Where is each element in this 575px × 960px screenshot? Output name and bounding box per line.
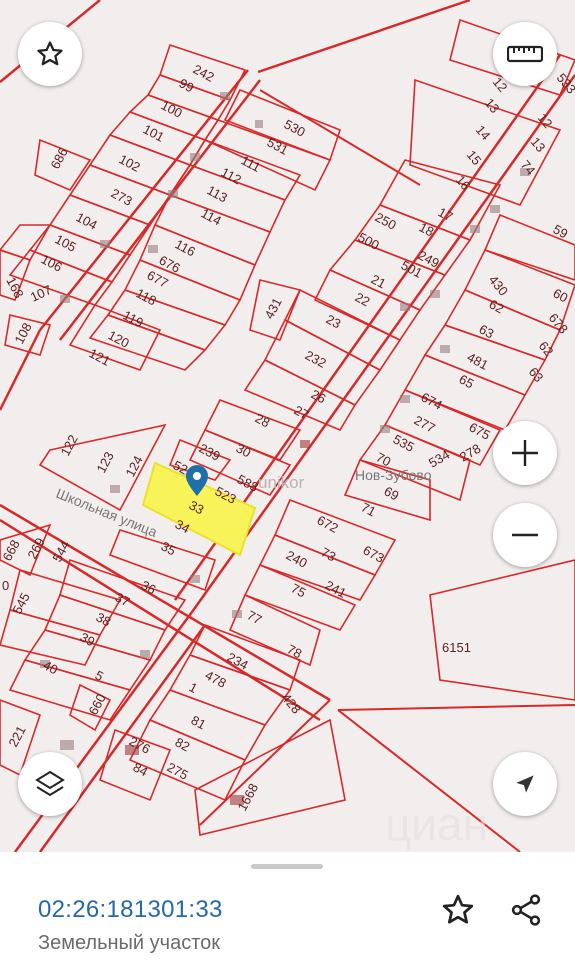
map-canvas[interactable]: 242 99 100 101 102 273 686 104 105 106 1… xyxy=(0,0,575,852)
ruler-button[interactable] xyxy=(493,22,557,86)
ruler-icon xyxy=(507,45,543,63)
object-type-label: Земельный участок xyxy=(38,932,221,954)
star-outline-icon xyxy=(37,41,63,66)
cadastral-map[interactable]: 242 99 100 101 102 273 686 104 105 106 1… xyxy=(0,0,575,852)
sheet-drag-handle[interactable] xyxy=(251,864,323,869)
zoom-in-button[interactable] xyxy=(493,421,557,485)
minus-icon xyxy=(512,533,538,537)
favorite-map-button[interactable] xyxy=(18,22,82,86)
cadastral-number[interactable]: 02:26:181301:33 xyxy=(38,896,223,924)
share-button[interactable] xyxy=(506,890,546,930)
parcel-label: 0 xyxy=(2,578,9,593)
zoom-out-button[interactable] xyxy=(493,503,557,567)
watermark: unikor xyxy=(258,473,305,492)
layers-icon xyxy=(35,770,65,797)
share-icon xyxy=(511,894,541,926)
village-label: Нов-Зубово xyxy=(355,467,432,483)
my-location-button[interactable] xyxy=(493,752,557,816)
star-outline-icon xyxy=(442,894,474,924)
parcel-label: 6151 xyxy=(442,640,471,655)
brand-watermark: циан xyxy=(385,798,488,850)
plus-icon xyxy=(512,440,538,466)
layers-button[interactable] xyxy=(18,752,82,816)
navigation-arrow-icon xyxy=(516,775,534,793)
favorite-button[interactable] xyxy=(438,890,478,930)
